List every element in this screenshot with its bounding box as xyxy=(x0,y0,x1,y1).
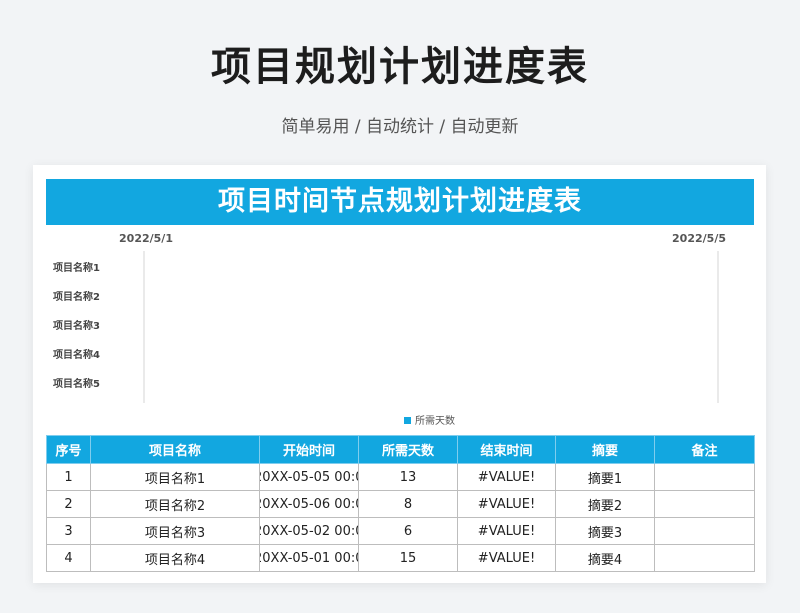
table-cell[interactable]: 20XX-05-01 00:00:00 xyxy=(259,544,359,572)
legend-label: 所需天数 xyxy=(415,414,455,427)
table-cell[interactable]: 8 xyxy=(358,490,458,518)
table-cell[interactable]: 20XX-05-06 00:00:00 xyxy=(259,490,359,518)
table-cell[interactable] xyxy=(654,463,755,491)
table-row: 2项目名称220XX-05-06 00:00:008#VALUE!摘要2 xyxy=(46,490,755,518)
table-cell[interactable]: #VALUE! xyxy=(457,544,556,572)
x-tick-label: 2022/5/1 xyxy=(119,232,173,245)
category-label: 项目名称5 xyxy=(53,377,100,390)
category-label: 项目名称3 xyxy=(53,319,100,332)
page-subtitle: 简单易用 / 自动统计 / 自动更新 xyxy=(281,117,519,137)
table-cell[interactable]: 摘要1 xyxy=(555,463,655,491)
legend-swatch xyxy=(404,417,411,424)
table-cell[interactable]: 项目名称3 xyxy=(90,517,260,545)
table-cell[interactable]: 2 xyxy=(46,490,91,518)
table-header-row: 序号 项目名称 开始时间 所需天数 结束时间 摘要 备注 xyxy=(46,435,755,464)
table-cell[interactable]: 摘要2 xyxy=(555,490,655,518)
table-cell[interactable]: 20XX-05-05 00:00:00 xyxy=(259,463,359,491)
table-cell[interactable]: 摘要4 xyxy=(555,544,655,572)
table-cell[interactable] xyxy=(654,490,755,518)
schedule-table: 序号 项目名称 开始时间 所需天数 结束时间 摘要 备注 1 项目名称1 20XX-05-05 … xyxy=(46,435,755,572)
header-notes: 备注 xyxy=(654,435,755,464)
gantt-chart: 2022/5/1 2022/5/5 项目名称1 项目名称2 项目名称3 项目名称4 项目名称… xyxy=(53,232,726,427)
table-body: 1项目名称120XX-05-05 00:00:0013#VALUE!摘要12项目… xyxy=(46,463,755,572)
table-row: 4项目名称420XX-05-01 00:00:0015#VALUE!摘要4 xyxy=(46,544,755,572)
table-cell[interactable] xyxy=(654,544,755,572)
table-cell[interactable]: 20XX-05-02 00:00:00 xyxy=(259,517,359,545)
category-label: 项目名称1 xyxy=(53,261,100,274)
header-days: 所需天数 xyxy=(358,435,458,464)
table-cell[interactable]: 13 xyxy=(358,463,458,491)
table-cell[interactable]: 15 xyxy=(358,544,458,572)
table-cell[interactable]: 3 xyxy=(46,517,91,545)
table-row: 1项目名称120XX-05-05 00:00:0013#VALUE!摘要1 xyxy=(46,463,755,491)
sheet-card: 项目时间节点规划计划进度表 2022/5/1 2022/5/5 项目名称1 项目名称2… xyxy=(33,165,766,583)
header-end-time: 结束时间 xyxy=(457,435,556,464)
header-start-time: 开始时间 xyxy=(259,435,359,464)
category-label: 项目名称2 xyxy=(53,290,100,303)
x-tick-label: 2022/5/5 xyxy=(672,232,726,245)
table-cell[interactable]: #VALUE! xyxy=(457,463,556,491)
table-cell[interactable]: 项目名称2 xyxy=(90,490,260,518)
table-cell[interactable] xyxy=(654,517,755,545)
table-row: 3项目名称320XX-05-02 00:00:006#VALUE!摘要3 xyxy=(46,517,755,545)
table-cell[interactable]: 摘要3 xyxy=(555,517,655,545)
table-cell[interactable]: #VALUE! xyxy=(457,517,556,545)
header-index: 序号 xyxy=(46,435,91,464)
table-cell[interactable]: #VALUE! xyxy=(457,490,556,518)
header-summary: 摘要 xyxy=(555,435,655,464)
category-label: 项目名称4 xyxy=(53,348,100,361)
table-cell[interactable]: 6 xyxy=(358,517,458,545)
sheet-banner: 项目时间节点规划计划进度表 xyxy=(46,179,754,225)
table-cell[interactable]: 1 xyxy=(46,463,91,491)
table-cell[interactable]: 项目名称1 xyxy=(90,463,260,491)
header-project-name: 项目名称 xyxy=(90,435,260,464)
page-title: 项目规划计划进度表 xyxy=(211,44,589,90)
table-cell[interactable]: 4 xyxy=(46,544,91,572)
table-cell[interactable]: 项目名称4 xyxy=(90,544,260,572)
